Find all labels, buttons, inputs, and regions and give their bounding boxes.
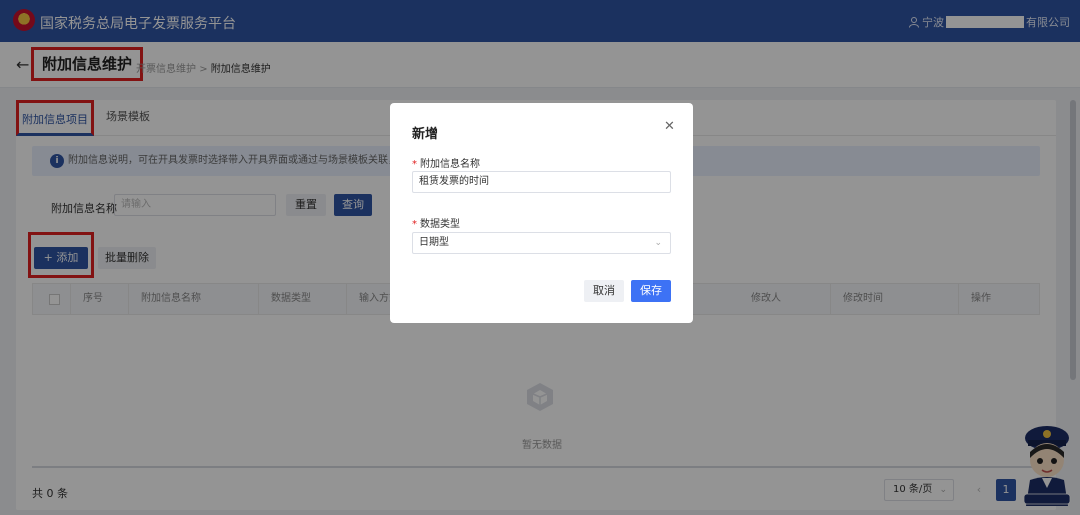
close-icon[interactable]: ✕ — [664, 119, 675, 134]
chevron-down-icon: ⌄ — [654, 238, 662, 248]
save-button[interactable]: 保存 — [631, 280, 671, 302]
required-mark: * — [412, 219, 417, 230]
required-mark: * — [412, 159, 417, 170]
data-type-value: 日期型 — [419, 237, 449, 248]
cancel-button[interactable]: 取消 — [584, 280, 624, 302]
add-dialog: 新增 ✕ * 附加信息名称 租赁发票的时间 * 数据类型 日期型 ⌄ 取消 保存 — [390, 103, 693, 323]
name-label-text: 附加信息名称 — [420, 159, 480, 170]
name-field-input[interactable]: 租赁发票的时间 — [412, 171, 671, 193]
name-field-label: * 附加信息名称 — [412, 155, 480, 170]
dialog-title: 新增 — [412, 127, 439, 142]
type-field-label: * 数据类型 — [412, 215, 460, 230]
data-type-select[interactable]: 日期型 ⌄ — [412, 232, 671, 254]
type-label-text: 数据类型 — [420, 219, 460, 230]
